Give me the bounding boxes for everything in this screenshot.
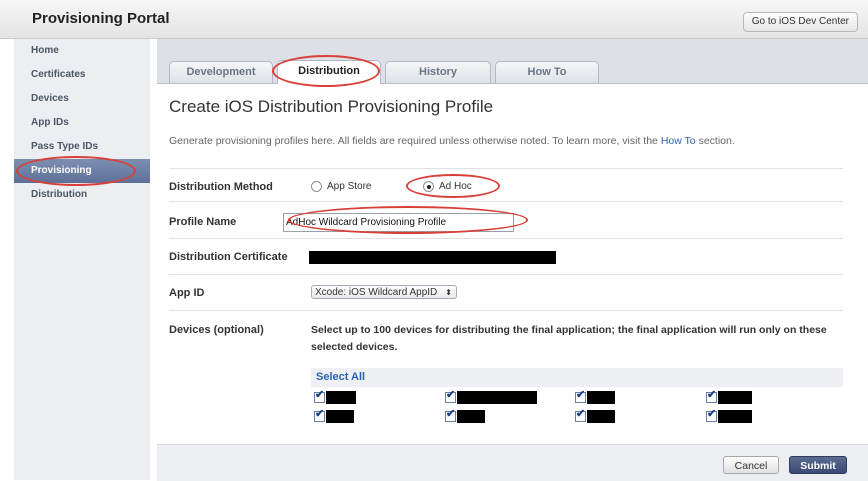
top-header: Provisioning Portal Go to iOS Dev Center [0,0,868,39]
form-footer: Cancel Submit [157,444,868,481]
checkmark-icon: ✔ [707,408,717,420]
tab-distribution[interactable]: Distribution [277,60,381,84]
device-checkbox[interactable]: ✔ [706,389,717,403]
checkmark-icon: ✔ [315,389,325,401]
submit-button[interactable]: Submit [789,456,847,474]
redacted-device-name [587,410,615,423]
intro-text-end: section. [695,135,735,147]
devices-description: Select up to 100 devices for distributin… [311,324,827,353]
tab-history[interactable]: History [385,61,491,83]
checkmark-icon: ✔ [576,389,586,401]
divider [169,201,843,202]
portal-title: Provisioning Portal [32,10,170,27]
redacted-device-name [457,410,485,423]
checkmark-icon: ✔ [446,408,456,420]
tab-how-to[interactable]: How To [495,61,599,83]
divider [169,168,843,169]
checkmark-icon: ✔ [315,408,325,420]
intro-text-start: Generate provisioning profiles here. All… [169,135,661,147]
device-checkbox[interactable]: ✔ [314,408,325,422]
distribution-certificate-label: Distribution Certificate [169,251,288,263]
checkmark-icon: ✔ [576,408,586,420]
page-title: Create iOS Distribution Provisioning Pro… [169,97,494,116]
redacted-device-name [587,391,615,404]
redacted-device-name [718,410,752,423]
checkmark-icon: ✔ [707,389,717,401]
divider [169,238,843,239]
main-content: Development Distribution History How To … [157,39,868,481]
sidebar-item-pass-type-ids[interactable]: Pass Type IDs [14,135,150,159]
redacted-device-name [326,410,354,423]
checkmark-icon: ✔ [446,389,456,401]
redacted-device-name [718,391,752,404]
device-checkbox[interactable]: ✔ [575,389,586,403]
devices-label: Devices (optional) [169,324,264,336]
cancel-button[interactable]: Cancel [723,456,779,474]
app-store-radio-label[interactable]: App Store [327,181,371,192]
go-to-dev-center-button[interactable]: Go to iOS Dev Center [742,12,858,32]
redacted-certificate [309,251,556,264]
redacted-device-name [326,391,356,404]
sidebar: Home Certificates Devices App IDs Pass T… [14,39,150,480]
app-id-label: App ID [169,287,205,299]
ad-hoc-radio[interactable] [423,181,434,192]
app-id-select[interactable]: Xcode: iOS Wildcard AppID ⬍ [311,285,457,299]
tab-bar: Development Distribution History How To [157,39,868,84]
device-checkbox[interactable]: ✔ [445,408,456,422]
how-to-link[interactable]: How To [661,135,696,147]
select-arrows-icon: ⬍ [445,288,452,297]
distribution-method-label: Distribution Method [169,181,273,193]
device-checkbox[interactable]: ✔ [575,408,586,422]
device-checkbox[interactable]: ✔ [445,389,456,403]
profile-name-input[interactable] [283,213,514,232]
sidebar-item-distribution[interactable]: Distribution [14,183,150,207]
ad-hoc-radio-label[interactable]: Ad Hoc [439,181,472,192]
app-store-radio[interactable] [311,181,322,192]
sidebar-item-devices[interactable]: Devices [14,87,150,111]
select-all-link[interactable]: Select All [311,368,843,387]
sidebar-item-certificates[interactable]: Certificates [14,63,150,87]
tab-development[interactable]: Development [169,61,273,83]
redacted-device-name [457,391,537,404]
sidebar-item-app-ids[interactable]: App IDs [14,111,150,135]
sidebar-item-home[interactable]: Home [14,39,150,63]
app-id-selected-value: Xcode: iOS Wildcard AppID [315,287,438,298]
device-checkbox[interactable]: ✔ [706,408,717,422]
divider [169,274,843,275]
device-checkbox[interactable]: ✔ [314,389,325,403]
profile-name-label: Profile Name [169,216,237,228]
sidebar-item-provisioning[interactable]: Provisioning [14,159,150,183]
divider [169,310,843,311]
intro-text: Generate provisioning profiles here. All… [169,135,735,147]
